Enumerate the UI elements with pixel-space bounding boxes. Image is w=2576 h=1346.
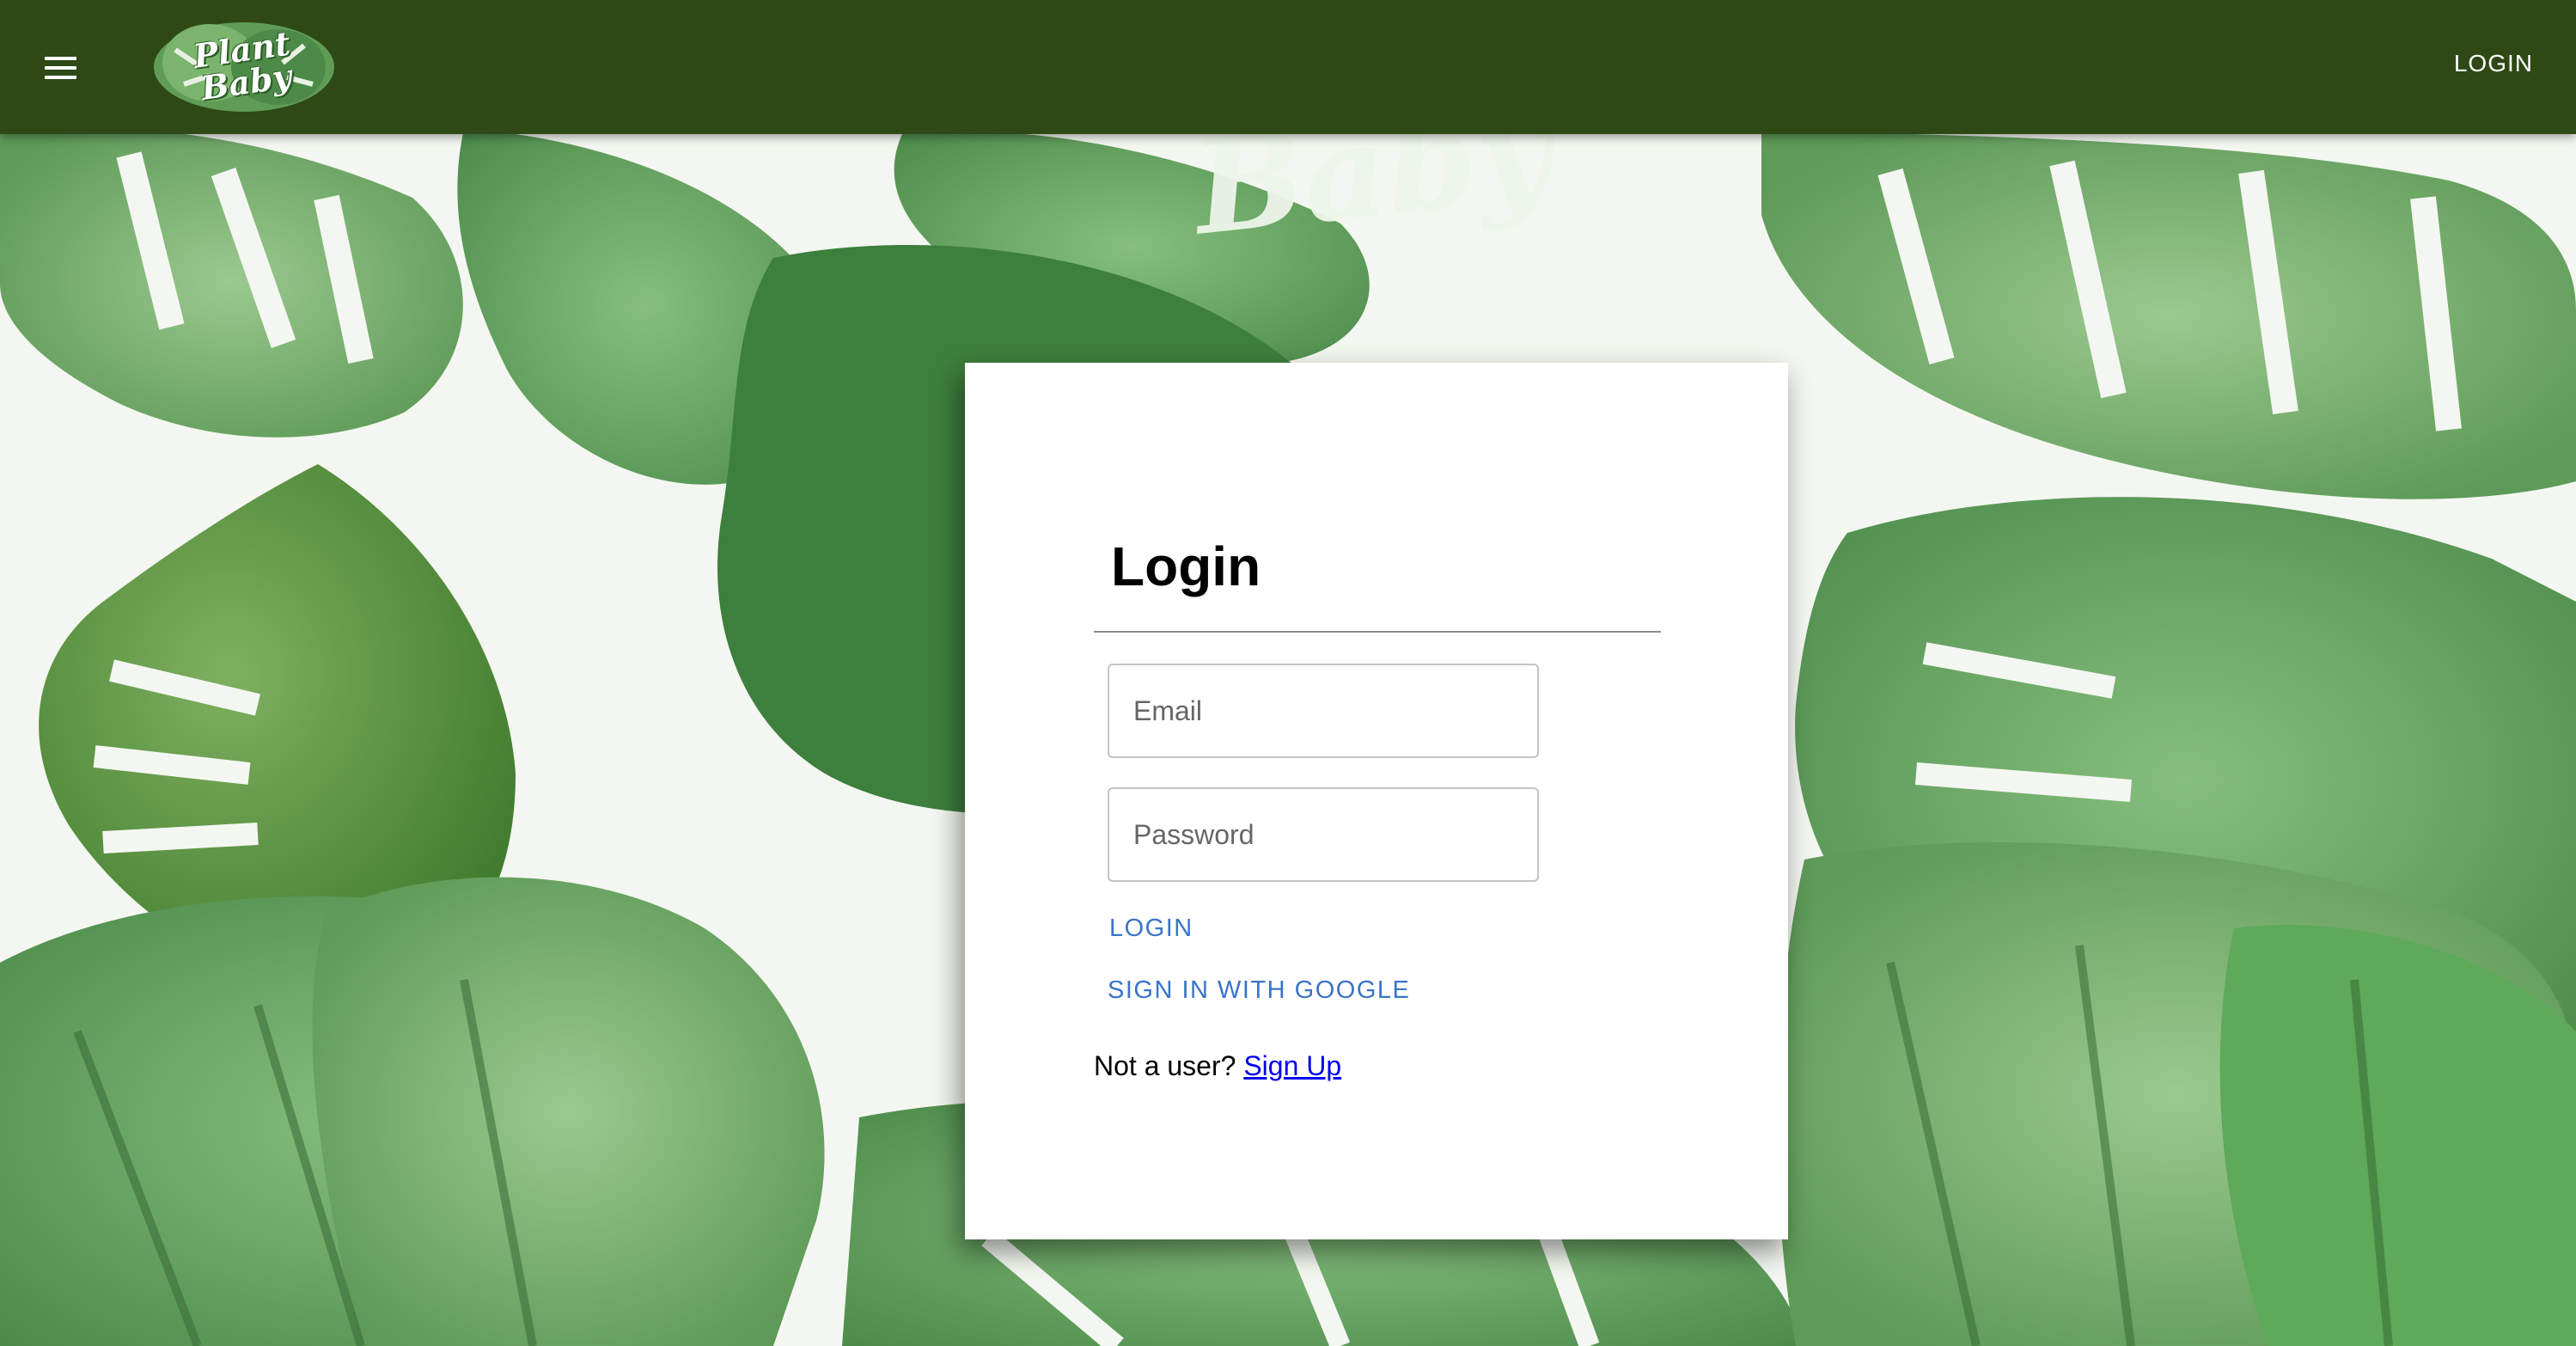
login-card: Login LOGIN SIGN IN WITH GOOGLE Not a us… xyxy=(965,363,1788,1239)
logo-line-2: Baby xyxy=(198,56,294,107)
login-page: Baby Plant Baby LOGIN Login LOGIN S xyxy=(0,0,2576,1346)
hamburger-menu-icon[interactable] xyxy=(27,34,93,100)
email-field[interactable] xyxy=(1108,664,1539,758)
signup-prompt: Not a user? Sign Up xyxy=(1094,1050,1341,1082)
login-title: Login xyxy=(1111,535,1261,597)
signup-prompt-text: Not a user? xyxy=(1094,1050,1236,1081)
plant-baby-logo[interactable]: Plant Baby xyxy=(150,15,339,117)
signup-link[interactable]: Sign Up xyxy=(1243,1050,1341,1081)
login-button[interactable]: LOGIN xyxy=(1109,915,1193,943)
password-field[interactable] xyxy=(1108,787,1539,882)
nav-login-button[interactable]: LOGIN xyxy=(2454,50,2533,77)
title-divider xyxy=(1094,631,1661,633)
app-bar: Plant Baby LOGIN xyxy=(0,0,2576,134)
google-sign-in-button[interactable]: SIGN IN WITH GOOGLE xyxy=(1108,976,1410,1005)
